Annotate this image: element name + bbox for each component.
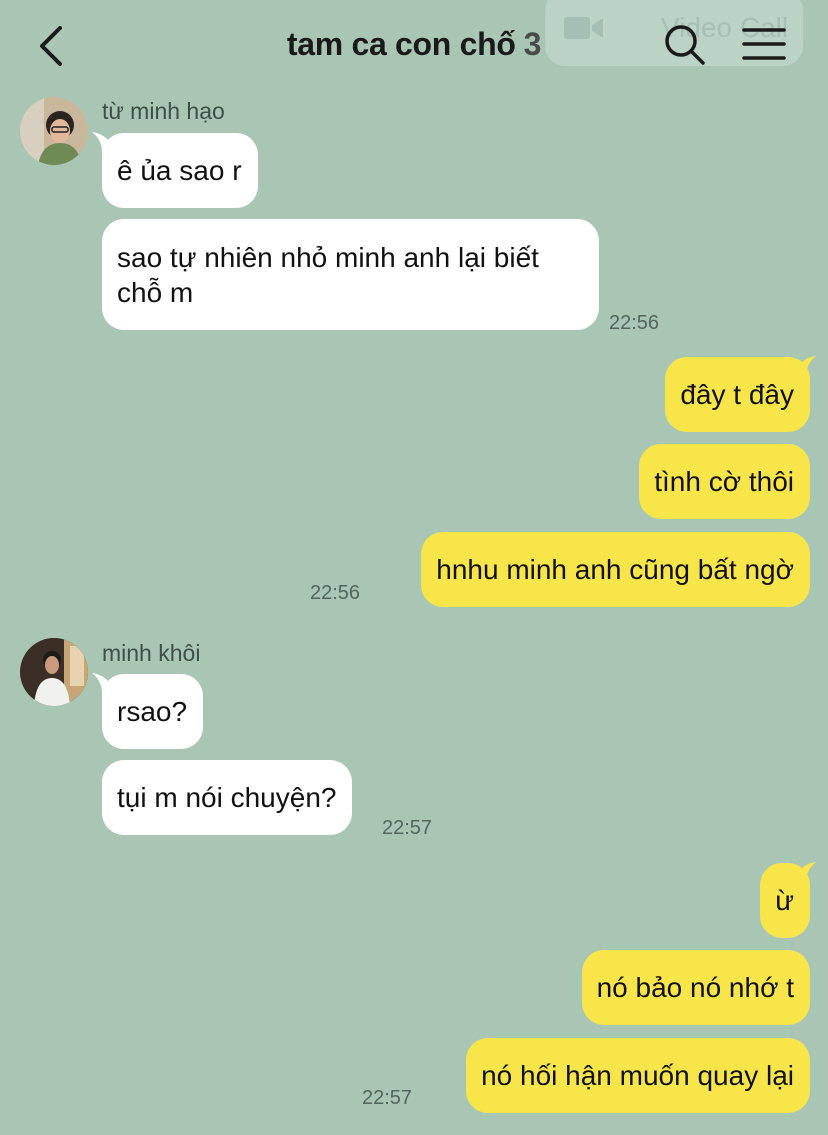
avatar-minh-khoi[interactable] bbox=[20, 638, 88, 706]
menu-icon[interactable] bbox=[740, 20, 788, 68]
message-bubble[interactable]: nó bảo nó nhớ t bbox=[581, 950, 810, 1025]
message-bubble[interactable]: sao tự nhiên nhỏ minh anh lại biết chỗ m bbox=[102, 219, 599, 330]
message-bubble[interactable]: ê ủa sao r bbox=[102, 133, 258, 208]
message-bubble[interactable]: rsao? bbox=[102, 674, 204, 749]
member-count: 3 bbox=[523, 26, 542, 62]
message-bubble[interactable]: tình cờ thôi bbox=[639, 444, 810, 519]
search-icon[interactable] bbox=[660, 20, 708, 68]
message-time: 22:56 bbox=[310, 582, 361, 604]
message-time: 22:57 bbox=[362, 1087, 413, 1109]
message-bubble[interactable]: ừ bbox=[760, 863, 810, 938]
message-bubble[interactable]: hnhu minh anh cũng bất ngờ bbox=[421, 532, 810, 607]
group-name: tam ca con chố bbox=[286, 26, 516, 62]
chat-header: Video Call tam ca con chố 3 bbox=[0, 0, 828, 92]
message-bubble[interactable]: nó hối hận muốn quay lại bbox=[466, 1038, 810, 1113]
sender-name: từ minh hạo bbox=[102, 98, 225, 124]
sender-name: minh khôi bbox=[102, 640, 201, 666]
message-time: 22:56 bbox=[609, 312, 660, 334]
message-bubble[interactable]: đây t đây bbox=[665, 357, 810, 432]
avatar-tu-minh-hao[interactable] bbox=[20, 97, 88, 165]
message-time: 22:57 bbox=[382, 817, 433, 839]
message-bubble[interactable]: tụi m nói chuyện? bbox=[102, 760, 353, 835]
